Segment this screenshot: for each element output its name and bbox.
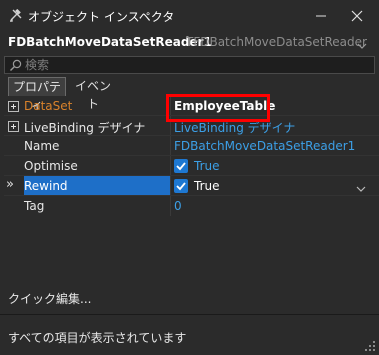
row-indicator: »	[6, 177, 14, 192]
minimize-icon	[316, 15, 326, 17]
checkbox-icon[interactable]	[174, 179, 188, 193]
component-selector[interactable]: FDBatchMoveDataSetReader1 TFDBatchMoveDa…	[0, 32, 379, 54]
minimize-button[interactable]	[310, 6, 332, 26]
search-input[interactable]	[25, 58, 365, 72]
chevron-down-icon[interactable]	[356, 182, 366, 196]
tab-events[interactable]: イベント	[70, 77, 116, 111]
component-name: FDBatchMoveDataSetReader1	[8, 35, 212, 49]
property-value[interactable]: 0	[174, 199, 182, 213]
column-divider	[170, 196, 171, 216]
column-divider	[170, 176, 171, 196]
property-value: True	[194, 159, 220, 173]
component-type: TFDBatchMoveDataSetReader	[186, 35, 367, 49]
column-divider	[170, 156, 171, 176]
title-bar: オブジェクト インスペクタ	[0, 0, 379, 32]
property-name: Tag	[24, 199, 45, 213]
close-icon	[351, 10, 363, 22]
expand-icon[interactable]	[8, 101, 19, 112]
property-name: Rewind	[24, 179, 68, 193]
property-row-optimise[interactable]: Optimise True	[4, 156, 379, 176]
window-title: オブジェクト インスペクタ	[28, 10, 175, 24]
close-button[interactable]	[346, 6, 368, 26]
checkbox-icon[interactable]	[174, 159, 188, 173]
app-icon	[8, 8, 22, 23]
property-name: Optimise	[24, 159, 78, 173]
search-box[interactable]	[4, 56, 375, 74]
status-divider	[0, 314, 379, 315]
status-text: すべての項目が表示されています	[8, 331, 187, 345]
chevron-down-icon[interactable]	[357, 39, 367, 49]
property-value[interactable]: FDBatchMoveDataSetReader1	[174, 139, 355, 153]
tab-bar: プロパティ イベント	[0, 76, 379, 112]
property-row-tag[interactable]: Tag 0	[4, 196, 379, 216]
property-row-rewind[interactable]: » Rewind True	[4, 176, 379, 196]
property-name: Name	[24, 139, 60, 153]
tab-properties[interactable]: プロパティ	[8, 77, 66, 112]
column-divider	[170, 136, 171, 156]
highlight-box	[166, 94, 270, 122]
expand-icon[interactable]	[8, 121, 19, 132]
resize-grip-icon[interactable]	[364, 340, 376, 352]
property-row-name[interactable]: Name FDBatchMoveDataSetReader1	[4, 136, 379, 156]
quick-edit-link[interactable]: クイック編集...	[8, 290, 91, 307]
search-icon	[9, 59, 22, 72]
property-name: LiveBinding デザイナ	[24, 121, 146, 135]
property-value: True	[194, 179, 220, 193]
property-name: DataSet	[24, 99, 73, 113]
